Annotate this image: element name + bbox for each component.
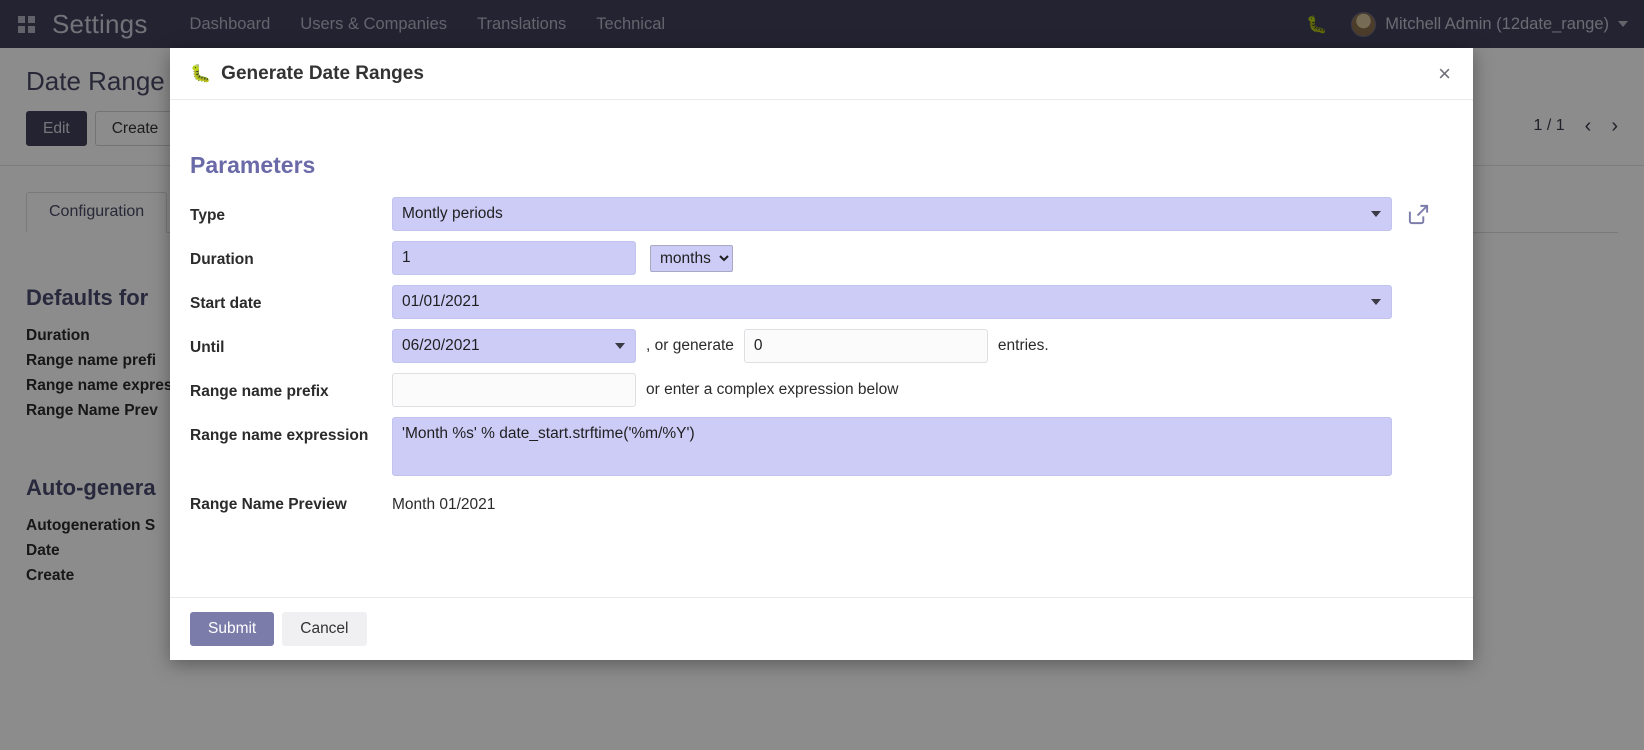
entries-count-input[interactable] — [744, 329, 988, 363]
until-control-area: , or generate entries. — [392, 329, 1453, 363]
until-label: Until — [190, 329, 392, 360]
form-row-range-name-expression: Range name expression 'Month %s' % date_… — [190, 417, 1453, 476]
range-name-expression-label: Range name expression — [190, 417, 392, 448]
or-generate-text: , or generate — [646, 337, 734, 355]
range-name-expression-input[interactable]: 'Month %s' % date_start.strftime('%m/%Y'… — [392, 417, 1392, 476]
range-name-prefix-label: Range name prefix — [190, 373, 392, 404]
until-select-wrapper — [392, 329, 636, 363]
dialog-header: 🐛 Generate Date Ranges × — [170, 48, 1473, 100]
bug-icon: 🐛 — [190, 64, 211, 84]
start-date-input[interactable] — [392, 285, 1392, 319]
type-select[interactable] — [392, 197, 1392, 231]
form-row-range-name-preview: Range Name Preview Month 01/2021 — [190, 486, 1453, 517]
close-icon[interactable]: × — [1434, 63, 1455, 85]
generate-date-ranges-dialog: 🐛 Generate Date Ranges × Parameters Type — [170, 48, 1473, 660]
range-name-prefix-hint: or enter a complex expression below — [646, 381, 898, 399]
range-name-preview-label: Range Name Preview — [190, 486, 392, 517]
duration-unit-select[interactable]: months — [650, 245, 733, 272]
range-name-expression-control-area: 'Month %s' % date_start.strftime('%m/%Y'… — [392, 417, 1453, 476]
start-date-select-wrapper — [392, 285, 1392, 319]
form-row-start-date: Start date — [190, 285, 1453, 319]
entries-suffix-text: entries. — [998, 337, 1049, 355]
duration-control-area: months — [392, 241, 1453, 275]
form-row-range-name-prefix: Range name prefix or enter a complex exp… — [190, 373, 1453, 407]
cancel-button[interactable]: Cancel — [282, 612, 366, 646]
form-row-until: Until , or generate entries. — [190, 329, 1453, 363]
until-input[interactable] — [392, 329, 636, 363]
start-date-control-area — [392, 285, 1453, 319]
start-date-label: Start date — [190, 285, 392, 316]
dialog-footer: Submit Cancel — [170, 597, 1473, 660]
type-select-wrapper — [392, 197, 1392, 231]
form-row-type: Type — [190, 197, 1453, 231]
dialog-body: Parameters Type Duration — [170, 100, 1473, 597]
type-control-area — [392, 197, 1453, 231]
range-name-preview-value: Month 01/2021 — [392, 486, 495, 517]
range-name-prefix-input[interactable] — [392, 373, 636, 407]
range-name-preview-control-area: Month 01/2021 — [392, 486, 1453, 517]
submit-button[interactable]: Submit — [190, 612, 274, 646]
duration-input[interactable] — [392, 241, 636, 275]
duration-label: Duration — [190, 241, 392, 272]
range-name-prefix-control-area: or enter a complex expression below — [392, 373, 1453, 407]
parameters-heading: Parameters — [190, 152, 1453, 179]
external-link-icon[interactable] — [1406, 202, 1430, 226]
dialog-title: Generate Date Ranges — [221, 63, 424, 85]
type-label: Type — [190, 197, 392, 228]
form-row-duration: Duration months — [190, 241, 1453, 275]
